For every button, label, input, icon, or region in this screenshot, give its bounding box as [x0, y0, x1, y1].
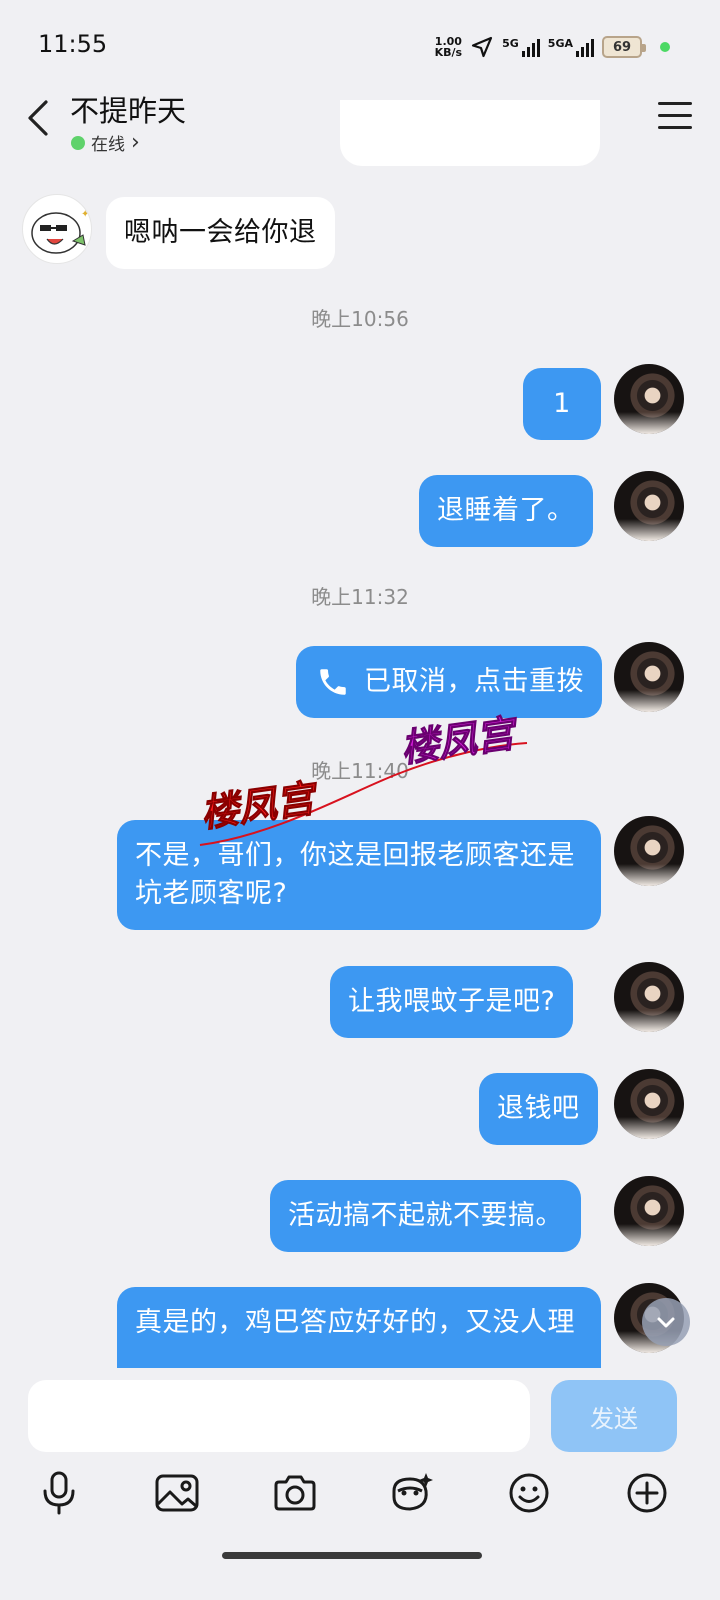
- call-cancelled-bubble[interactable]: 已取消，点击重拨: [296, 646, 602, 718]
- message-bubble-incoming[interactable]: 嗯呐一会给你退: [106, 197, 335, 269]
- message-bubble-outgoing[interactable]: 退钱吧: [479, 1073, 598, 1145]
- status-time: 11:55: [38, 30, 108, 58]
- emoji-icon: [509, 1473, 549, 1513]
- scroll-to-bottom-button[interactable]: [642, 1298, 690, 1346]
- timestamp: 晚上11:32: [311, 585, 409, 609]
- online-status-label: 在线: [91, 135, 125, 155]
- online-status[interactable]: 在线 ›: [71, 130, 140, 155]
- sticker-button[interactable]: [386, 1468, 436, 1518]
- status-icons: 1.00 KB/s 5G 5GA 69: [435, 32, 670, 62]
- sticker-icon: [392, 1473, 433, 1511]
- my-avatar[interactable]: [614, 962, 684, 1032]
- contact-avatar[interactable]: ✦: [22, 194, 92, 264]
- location-arrow-icon: [472, 36, 493, 58]
- emoji-button[interactable]: [504, 1468, 554, 1518]
- battery-icon: 69: [602, 36, 646, 58]
- home-indicator[interactable]: [222, 1552, 482, 1559]
- status-bar: 11:55 1.00 KB/s 5G 5GA 69: [0, 0, 720, 90]
- phone-icon: [320, 669, 346, 695]
- plus-icon: [627, 1473, 667, 1513]
- gallery-button[interactable]: [152, 1468, 202, 1518]
- my-avatar[interactable]: [614, 816, 684, 886]
- camera-button[interactable]: [270, 1468, 320, 1518]
- chevron-left-icon: [28, 100, 48, 136]
- signal-sim1-icon: 5G: [502, 37, 540, 57]
- message-bubble-outgoing[interactable]: 让我喂蚊子是吧?: [330, 966, 574, 1038]
- chevron-right-icon: ›: [131, 130, 140, 155]
- timestamp: 晚上10:56: [311, 307, 409, 331]
- camera-icon: [274, 1475, 316, 1511]
- back-button[interactable]: [20, 96, 60, 140]
- send-button[interactable]: 发送: [551, 1380, 677, 1452]
- cartoon-cat-avatar-icon: ✦: [31, 209, 89, 254]
- my-avatar[interactable]: [614, 1176, 684, 1246]
- call-status-text: 已取消，点击重拨: [364, 666, 584, 697]
- my-avatar[interactable]: [614, 364, 684, 434]
- privacy-indicator-dot: [660, 42, 670, 52]
- microphone-icon: [43, 1471, 75, 1515]
- svg-text:✦: ✦: [81, 209, 89, 220]
- signal-sim2-icon: 5GA: [548, 37, 594, 57]
- message-input[interactable]: [28, 1380, 530, 1452]
- online-dot-icon: [71, 135, 85, 150]
- my-avatar[interactable]: [614, 471, 684, 541]
- contact-name[interactable]: 不提昨天: [70, 88, 186, 130]
- my-avatar[interactable]: [614, 1069, 684, 1139]
- chat-header: 不提昨天 在线 ›: [0, 88, 720, 158]
- composer: 发送: [0, 1368, 720, 1600]
- more-button[interactable]: [622, 1468, 672, 1518]
- message-bubble-outgoing[interactable]: 1: [523, 368, 601, 440]
- composer-toolbar: [0, 1468, 720, 1528]
- chevron-down-icon: [657, 1317, 675, 1328]
- image-icon: [155, 1474, 199, 1512]
- menu-icon: [658, 102, 692, 105]
- message-bubble-outgoing[interactable]: 退睡着了。: [419, 475, 593, 547]
- network-speed: 1.00 KB/s: [434, 35, 463, 59]
- my-avatar[interactable]: [614, 642, 684, 712]
- message-bubble-outgoing[interactable]: 活动搞不起就不要搞。: [270, 1180, 581, 1252]
- menu-button[interactable]: [658, 102, 692, 132]
- voice-button[interactable]: [34, 1468, 84, 1518]
